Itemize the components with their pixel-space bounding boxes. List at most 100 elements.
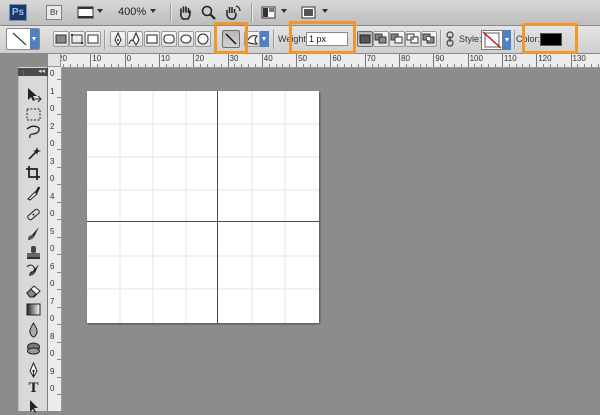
zoom-tool-icon[interactable] [200, 4, 217, 21]
ruler-minor-tick [57, 306, 61, 308]
collapse-panel-button[interactable]: ◂◂ [38, 67, 45, 75]
ruler-minor-tick [371, 64, 373, 67]
ellipse-tool-icon[interactable] [178, 31, 194, 47]
subtract-icon[interactable] [389, 31, 405, 47]
separator [273, 30, 275, 49]
arrange-documents-icon[interactable] [260, 4, 277, 21]
ruler-minor-tick [577, 64, 579, 67]
dodge-tool-icon[interactable] [24, 340, 43, 357]
history-brush-icon[interactable] [24, 262, 43, 279]
ruler-minor-tick [97, 64, 99, 67]
ruler-minor-tick [529, 64, 531, 67]
camera-raw-icon[interactable] [77, 4, 94, 21]
ruler-top-label: 110 [503, 54, 517, 63]
ruler-major-tick [158, 54, 160, 67]
type-tool-icon[interactable]: T [24, 380, 43, 397]
pen-tool-icon[interactable] [110, 31, 126, 47]
ruler-minor-tick [165, 64, 167, 67]
ruler-minor-tick [213, 64, 215, 67]
crop-tool-icon[interactable] [24, 165, 43, 182]
ruler-minor-tick [323, 64, 325, 67]
document-canvas[interactable] [87, 91, 319, 323]
ruler-minor-tick [275, 64, 277, 67]
separator [251, 3, 253, 22]
ruler-minor-tick [392, 64, 394, 67]
exclude-icon[interactable] [421, 31, 437, 47]
freeform-pen-icon[interactable] [127, 31, 143, 47]
horizontal-ruler[interactable]: 20 10 0 10 20 30 40 50 60 70 80 90 100 110 120 130 [48, 54, 600, 68]
link-icon[interactable] [443, 31, 459, 47]
ruler-top-label: 70 [366, 54, 376, 63]
preset-dropdown-arrow[interactable] [30, 29, 39, 49]
ruler-minor-tick [57, 131, 61, 133]
ruler-major-tick [261, 54, 263, 67]
ruler-minor-tick [563, 64, 565, 67]
screen-mode-caret[interactable] [322, 9, 328, 13]
new-layer-icon[interactable] [357, 31, 373, 47]
fill-pixels-icon[interactable] [85, 31, 101, 47]
bridge-launch-button[interactable]: Br [46, 5, 62, 20]
intersect-icon[interactable] [405, 31, 421, 47]
style-picker[interactable] [481, 30, 503, 50]
add-to-icon[interactable] [373, 31, 389, 47]
tools-panel-header[interactable]: ⁝ ◂◂ [18, 67, 48, 77]
shape-options-dropdown[interactable] [260, 31, 269, 47]
ruler-minor-tick [248, 64, 250, 67]
arrange-documents-caret[interactable] [281, 9, 287, 13]
polygon-tool-icon[interactable] [195, 31, 211, 47]
screen-mode-icon[interactable] [300, 4, 317, 21]
ruler-minor-tick [110, 64, 112, 67]
ruler-minor-tick [350, 64, 352, 67]
ruler-top-label: 90 [435, 54, 445, 63]
ruler-left-label: 0 [50, 349, 55, 358]
magic-wand-icon[interactable] [24, 145, 43, 162]
eyedropper-icon[interactable] [24, 184, 43, 201]
ruler-left-label: 0 [50, 244, 55, 253]
rectangular-marquee-icon[interactable] [24, 106, 43, 123]
blur-tool-icon[interactable] [24, 321, 43, 338]
lasso-tool-icon[interactable] [24, 124, 43, 141]
ruler-left-label: 6 [50, 261, 55, 271]
ruler-top-label: 100 [469, 54, 483, 63]
tool-preset-picker[interactable] [6, 28, 40, 50]
ruler-minor-tick [200, 64, 202, 67]
ruler-minor-tick [57, 201, 61, 203]
move-tool-icon[interactable] [24, 86, 43, 103]
healing-brush-icon[interactable] [24, 206, 43, 223]
rotate-view-icon[interactable] [224, 4, 241, 21]
paths-icon[interactable] [69, 31, 85, 47]
type-tool-glyph: T [28, 380, 39, 396]
clone-stamp-icon[interactable] [24, 244, 43, 261]
ruler-minor-tick [597, 64, 599, 67]
eraser-tool-icon[interactable] [24, 282, 43, 299]
path-selection-icon[interactable] [24, 398, 43, 415]
rounded-rectangle-icon[interactable] [161, 31, 177, 47]
ruler-top-label: 60 [332, 54, 342, 63]
photoshop-logo: Ps [9, 4, 27, 21]
zoom-level-caret[interactable] [150, 9, 156, 13]
ruler-left-label: 0 [50, 279, 55, 288]
camera-raw-caret[interactable] [97, 9, 103, 13]
brush-tool-icon[interactable] [24, 225, 43, 242]
ruler-minor-tick [57, 289, 61, 290]
ruler-major-tick [536, 54, 538, 67]
shape-layers-icon[interactable] [53, 31, 69, 47]
pen-tool-panel-icon[interactable] [24, 362, 43, 379]
ruler-minor-tick [508, 64, 510, 67]
ruler-minor-tick [309, 64, 311, 67]
vertical-ruler[interactable]: 0 1 0 2 0 3 0 4 0 5 0 6 0 7 0 8 0 9 0 [48, 67, 62, 411]
ruler-left-label: 3 [50, 156, 55, 166]
ruler-top-label: 130 [572, 54, 586, 63]
ruler-minor-tick [268, 64, 270, 67]
ruler-top-label: 50 [298, 54, 307, 63]
ruler-minor-tick [488, 64, 490, 67]
ruler-minor-tick [57, 114, 61, 115]
zoom-level-display[interactable]: 400% [118, 6, 146, 18]
ruler-minor-tick [145, 64, 147, 67]
ruler-major-tick [330, 54, 332, 67]
gradient-tool-icon[interactable] [24, 301, 43, 318]
style-dropdown-arrow[interactable] [503, 30, 511, 50]
hand-tool-icon[interactable] [177, 4, 194, 21]
ruler-origin[interactable] [48, 54, 61, 67]
rectangle-tool-icon[interactable] [144, 31, 160, 47]
